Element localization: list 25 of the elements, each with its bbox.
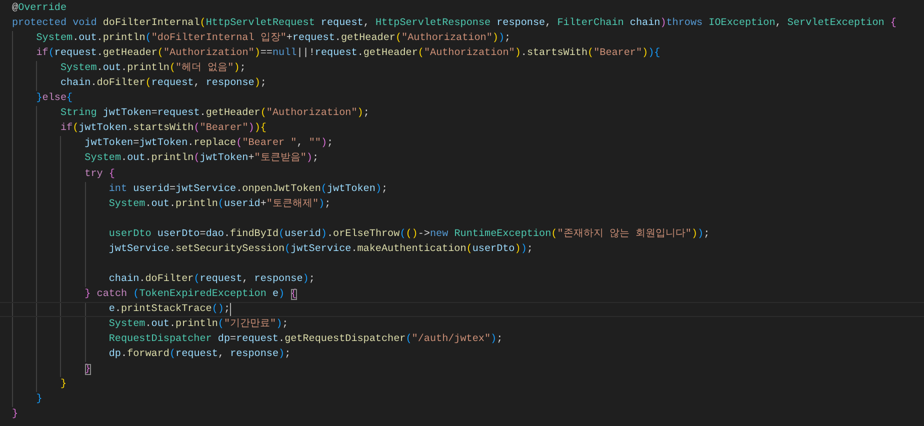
code-line: dp.forward(request, response); — [108, 348, 291, 362]
code-line: } — [60, 378, 66, 392]
code-line: System.out.println("기간만료"); — [108, 318, 288, 331]
code-line: chain.doFilter(request, response); — [108, 272, 315, 286]
code-line: chain.doFilter(request, response); — [60, 77, 266, 90]
code-line: try { — [84, 168, 115, 181]
code-line: int userid=jwtService.onpenJwtToken(jwtToken); — [108, 182, 388, 196]
code-line: System.out.println("헤더 없음"); — [60, 62, 246, 76]
code-line: System.out.println("doFilterInternal 입장"+request.getHeader("Authorization")); — [36, 32, 511, 46]
code-line: } — [12, 408, 18, 422]
code-line: }else{ — [36, 92, 73, 106]
code-line: if(request.getHeader("Authorization")==null||!request.getHeader("Authorization").startsWith("Bearer")){ — [36, 47, 660, 60]
code-line: System.out.println(userid+"토큰해제"); — [108, 198, 331, 211]
code-line: userDto userDto=dao.findById(userid).orElseThrow(()->new RuntimeException("존재하지 않는 회원입니다")); — [108, 228, 710, 241]
code-line: } — [36, 393, 42, 406]
code-line: protected void doFilterInternal(HttpServletRequest request, HttpServletResponse response, FilterChain chain)throws IOException, ServletException { — [12, 17, 896, 30]
code-line: String jwtToken=request.getHeader("Authorization"); — [60, 107, 370, 120]
text-cursor — [230, 302, 232, 316]
code-line: jwtToken=jwtToken.replace("Bearer ", ""); — [84, 137, 334, 150]
code-line: RequestDispatcher dp=request.getRequestDispatcher("/auth/jwtex"); — [108, 333, 503, 346]
code-line: jwtService.setSecuritySession(jwtService.makeAuthentication(userDto)); — [108, 242, 533, 256]
code-line: e.printStackTrace(); — [108, 302, 230, 316]
code-line: if(jwtToken.startsWith("Bearer")){ — [60, 122, 266, 136]
code-line: System.out.println(jwtToken+"토큰받음"); — [84, 152, 319, 166]
code-line: @Override — [12, 2, 67, 16]
